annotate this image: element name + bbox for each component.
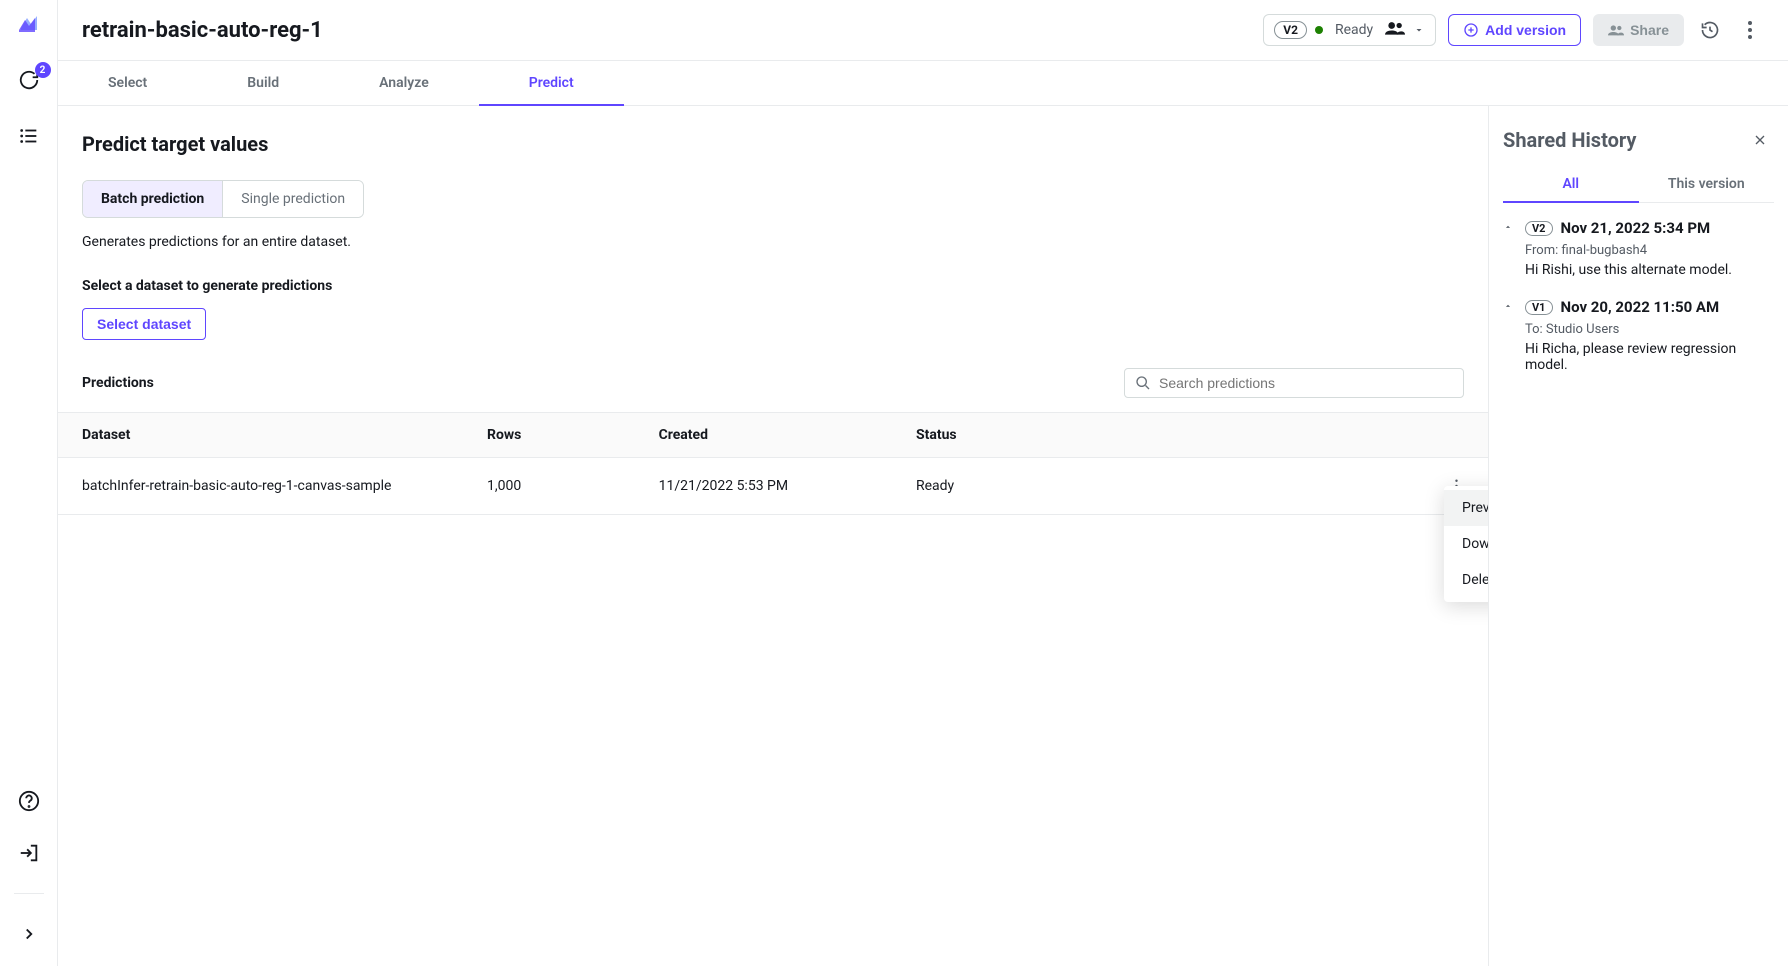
page-title: retrain-basic-auto-reg-1	[82, 18, 1263, 43]
version-selector[interactable]: V2 Ready	[1263, 14, 1436, 46]
history-meta: To: Studio Users	[1525, 322, 1774, 337]
add-version-button[interactable]: Add version	[1448, 14, 1581, 46]
history-version-pill: V2	[1525, 221, 1553, 236]
cell-rows: 1,000	[487, 458, 659, 515]
tab-predict[interactable]: Predict	[479, 61, 624, 105]
help-icon[interactable]	[17, 789, 41, 813]
notification-badge: 2	[35, 62, 51, 78]
cell-created: 11/21/2022 5:53 PM	[659, 458, 916, 515]
subtab-batch[interactable]: Batch prediction	[83, 181, 222, 217]
predictions-table: Dataset Rows Created Status batchInfer-r…	[58, 412, 1488, 515]
shared-history-title: Shared History	[1503, 128, 1636, 152]
tab-analyze[interactable]: Analyze	[329, 61, 479, 105]
table-row[interactable]: batchInfer-retrain-basic-auto-reg-1-canv…	[58, 458, 1488, 515]
history-icon[interactable]	[1696, 16, 1724, 44]
list-icon[interactable]	[17, 124, 41, 148]
history-meta: From: final-bugbash4	[1525, 243, 1774, 258]
search-input-wrap[interactable]	[1124, 368, 1464, 398]
close-icon[interactable]	[1746, 126, 1774, 154]
history-item: V2 Nov 21, 2022 5:34 PM From: final-bugb…	[1503, 219, 1774, 278]
history-body: Hi Richa, please review regression model…	[1525, 341, 1774, 373]
prediction-type-tabs: Batch prediction Single prediction	[82, 180, 364, 218]
history-item: V1 Nov 20, 2022 11:50 AM To: Studio User…	[1503, 298, 1774, 373]
col-rows: Rows	[487, 413, 659, 458]
cell-status: Ready	[916, 458, 1448, 515]
history-tab-this-version[interactable]: This version	[1639, 166, 1775, 202]
share-button: Share	[1593, 14, 1684, 46]
select-dataset-label: Select a dataset to generate predictions	[82, 278, 1464, 294]
description-text: Generates predictions for an entire data…	[82, 234, 1464, 250]
status-text: Ready	[1335, 22, 1373, 38]
history-version-pill: V1	[1525, 300, 1553, 315]
predictions-label: Predictions	[82, 375, 154, 391]
share-label: Share	[1630, 22, 1669, 38]
menu-item-download[interactable]: Download	[1444, 526, 1488, 562]
history-timestamp: Nov 21, 2022 5:34 PM	[1561, 219, 1711, 237]
row-context-menu: Preview Download Delete	[1444, 486, 1488, 602]
cell-dataset: batchInfer-retrain-basic-auto-reg-1-canv…	[58, 458, 487, 515]
col-created: Created	[659, 413, 916, 458]
add-version-label: Add version	[1485, 22, 1566, 38]
history-body: Hi Rishi, use this alternate model.	[1525, 262, 1774, 278]
tab-select[interactable]: Select	[58, 61, 197, 105]
collapse-icon[interactable]	[1503, 220, 1517, 236]
version-pill: V2	[1274, 21, 1307, 39]
tab-build[interactable]: Build	[197, 61, 329, 105]
col-dataset: Dataset	[58, 413, 487, 458]
subtab-single[interactable]: Single prediction	[222, 181, 363, 217]
history-tab-all[interactable]: All	[1503, 166, 1639, 202]
status-dot-icon	[1315, 26, 1323, 34]
app-logo-icon[interactable]	[17, 12, 41, 36]
divider	[14, 893, 44, 894]
main-tabs: Select Build Analyze Predict	[58, 61, 1788, 106]
people-icon	[1385, 21, 1405, 39]
expand-icon[interactable]	[17, 922, 41, 946]
col-status: Status	[916, 413, 1448, 458]
menu-item-delete[interactable]: Delete	[1444, 562, 1488, 598]
exit-icon[interactable]	[17, 841, 41, 865]
history-timestamp: Nov 20, 2022 11:50 AM	[1561, 298, 1720, 316]
collapse-icon[interactable]	[1503, 299, 1517, 315]
search-icon	[1135, 375, 1151, 391]
search-input[interactable]	[1159, 375, 1453, 391]
more-icon[interactable]	[1736, 16, 1764, 44]
refresh-icon[interactable]: 2	[17, 68, 41, 92]
content-heading: Predict target values	[82, 132, 1464, 156]
chevron-down-icon	[1413, 24, 1425, 36]
menu-item-preview[interactable]: Preview	[1444, 490, 1488, 526]
select-dataset-button[interactable]: Select dataset	[82, 308, 206, 340]
